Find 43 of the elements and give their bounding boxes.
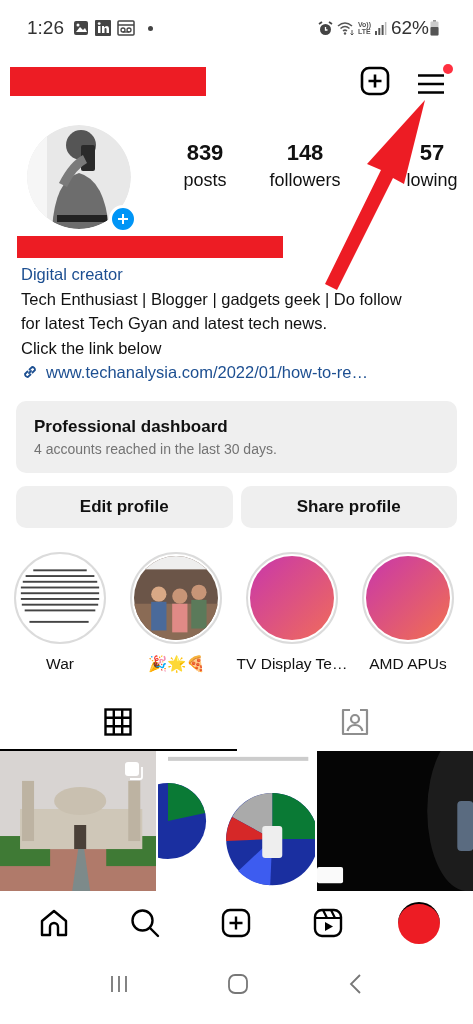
signal-icon xyxy=(374,21,387,35)
grid-icon xyxy=(104,707,133,736)
menu-icon xyxy=(417,74,445,94)
dashboard-subtitle: 4 accounts reached in the last 30 days. xyxy=(34,439,278,459)
stat-label: lowing xyxy=(406,169,458,192)
wifi-icon xyxy=(336,20,355,36)
clock: 1:26 xyxy=(27,15,64,40)
person-tag-icon xyxy=(339,706,370,737)
stat-label: followers xyxy=(269,169,341,192)
highlight-label: TV Display Te… xyxy=(236,653,348,674)
profile-button[interactable]: Share profile xyxy=(240,485,457,528)
highlight-label: War xyxy=(46,653,74,674)
stat-label: posts xyxy=(183,169,227,192)
create-icon[interactable] xyxy=(360,66,390,96)
highlight-label: 🎉🌟🍕 xyxy=(147,653,205,675)
home-icon[interactable] xyxy=(38,907,69,938)
bio-link[interactable]: www.techanalysia.com/2022/01/how-to-re… xyxy=(21,360,473,385)
voicemail-icon xyxy=(117,20,135,36)
dashboard-card[interactable]: Professional dashboard 4 accounts reached in the last 30 days. xyxy=(16,400,457,473)
search-icon[interactable] xyxy=(130,907,161,938)
category-label: Digital creator xyxy=(21,264,124,285)
add-story-button[interactable] xyxy=(109,205,137,233)
stat-count: 148 xyxy=(286,139,324,167)
bio-text: Tech Enthusiast | Blogger | gadgets geek | Do follow xyxy=(21,288,403,310)
bio-text: Click the link below xyxy=(21,337,163,359)
profile-avatar[interactable] xyxy=(398,901,441,944)
square-logo-icon xyxy=(95,20,111,36)
home-button-icon[interactable] xyxy=(227,972,250,995)
alarm-icon xyxy=(317,20,333,36)
battery-percentage: 62% xyxy=(390,15,429,40)
dashboard-title: Professional dashboard xyxy=(34,415,229,438)
highlight-label: AMD APUs xyxy=(369,653,447,674)
reels-icon[interactable] xyxy=(312,907,343,938)
battery-icon xyxy=(430,20,439,36)
back-icon[interactable] xyxy=(347,972,364,995)
plus-icon xyxy=(117,213,129,225)
create-icon[interactable] xyxy=(221,907,252,938)
stat-count: 839 xyxy=(186,139,224,167)
profile-button[interactable]: Edit profile xyxy=(16,485,233,528)
recent-apps-icon[interactable] xyxy=(109,973,130,994)
gallery-icon xyxy=(73,20,89,36)
bio-text: for latest Tech Gyan and latest tech news. xyxy=(21,313,329,334)
stat-count: 57 xyxy=(419,139,445,167)
